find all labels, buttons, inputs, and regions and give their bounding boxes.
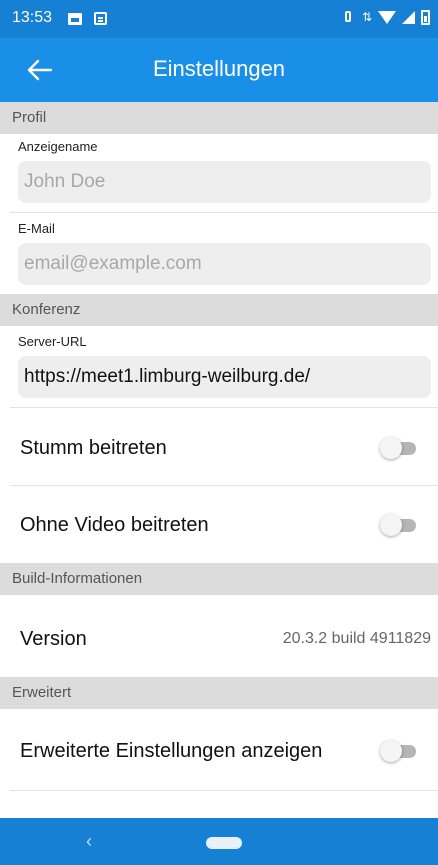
data-arrows-icon: ⇅ <box>361 10 372 24</box>
mute-join-label: Stumm beitreten <box>20 437 167 459</box>
display-name-placeholder: John Doe <box>24 171 106 192</box>
back-icon[interactable]: ‹ <box>86 831 92 852</box>
divider <box>10 790 438 791</box>
app-bar: Einstellungen <box>0 38 438 102</box>
video-off-join-label: Ohne Video beitreten <box>20 514 209 536</box>
home-pill-icon[interactable] <box>206 837 242 849</box>
battery-icon <box>421 9 430 25</box>
status-time: 13:53 <box>12 9 53 26</box>
server-url-field[interactable]: https://meet1.limburg-weilburg.de/ <box>18 356 431 398</box>
version-label: Version <box>20 628 87 650</box>
divider <box>10 407 438 408</box>
wifi-icon <box>378 10 396 24</box>
system-nav-bar: ‹ <box>0 818 438 865</box>
toggle-thumb <box>380 514 402 536</box>
message-icon <box>94 12 107 25</box>
server-url-value: https://meet1.limburg-weilburg.de/ <box>24 366 311 387</box>
divider <box>10 485 438 486</box>
display-name-field[interactable]: John Doe <box>18 161 431 203</box>
toggle-thumb <box>380 437 402 459</box>
vibrate-icon <box>340 9 356 25</box>
image-icon <box>68 13 82 25</box>
section-header-profile: Profil <box>0 102 438 134</box>
version-value: 20.3.2 build 4911829 <box>282 630 431 647</box>
divider <box>10 212 438 213</box>
email-placeholder: email@example.com <box>24 253 202 274</box>
section-header-advanced: Erweitert <box>0 677 438 709</box>
toggle-thumb <box>380 740 402 762</box>
signal-icon <box>402 10 415 24</box>
server-url-label: Server-URL <box>18 334 87 349</box>
page-title: Einstellungen <box>152 56 286 81</box>
section-header-build: Build-Informationen <box>0 563 438 595</box>
email-label: E-Mail <box>18 221 55 236</box>
show-advanced-label: Erweiterte Einstellungen anzeigen <box>20 740 323 762</box>
status-icons: ⇅ <box>340 9 430 25</box>
show-advanced-toggle[interactable] <box>380 740 418 762</box>
section-header-conference: Konferenz <box>0 294 438 326</box>
display-name-label: Anzeigename <box>18 139 98 154</box>
mute-join-toggle[interactable] <box>380 437 418 459</box>
email-field[interactable]: email@example.com <box>18 243 431 285</box>
status-bar: 13:53 ⇅ <box>0 0 438 38</box>
video-off-join-toggle[interactable] <box>380 514 418 536</box>
